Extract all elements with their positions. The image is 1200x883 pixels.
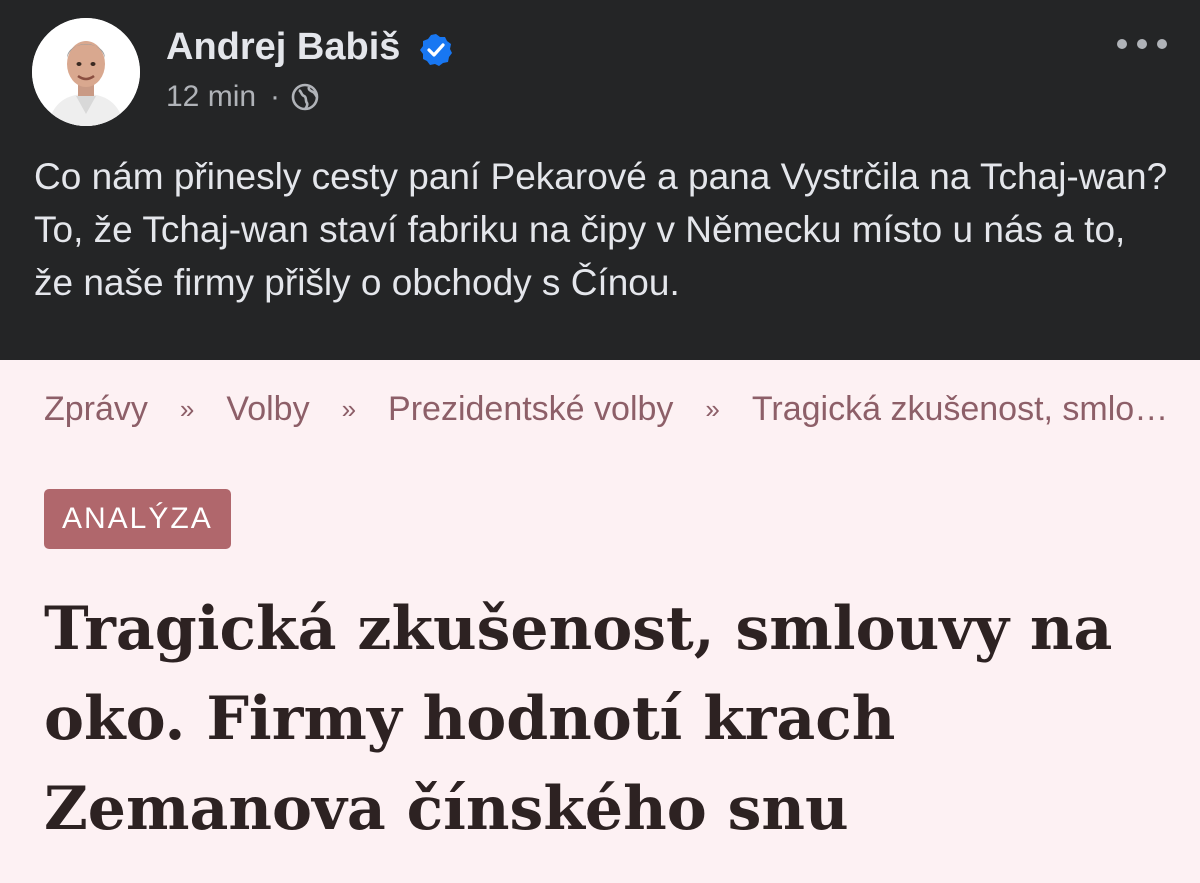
breadcrumb-separator: » <box>705 394 720 424</box>
breadcrumb-item-volby[interactable]: Volby <box>226 390 309 429</box>
globe-icon <box>291 83 319 111</box>
verified-badge-icon <box>420 34 452 66</box>
article-headline[interactable]: Tragická zkušenost, smlouvy na oko. Firm… <box>44 584 1164 854</box>
post-time[interactable]: 12 min <box>166 80 256 114</box>
facebook-post: Andrej Babiš 12 min · Co nám přinesly ce… <box>0 0 1200 360</box>
breadcrumb-item-current: Tragická zkušenost, smlouvy na oko. Firm… <box>751 390 1174 428</box>
post-text: Co nám přinesly cesty paní Pekarové a pa… <box>34 156 1168 303</box>
breadcrumb-item-zpravy[interactable]: Zprávy <box>44 390 148 429</box>
author-photo <box>32 18 140 126</box>
author-name[interactable]: Andrej Babiš <box>166 26 400 69</box>
breadcrumb: Zprávy » Volby » Prezidentské volby » Tr… <box>44 390 1174 429</box>
breadcrumb-item-prezidentske-volby[interactable]: Prezidentské volby <box>388 390 673 429</box>
article-category-badge[interactable]: ANALÝZA <box>44 489 231 549</box>
meta-separator: · <box>270 80 281 113</box>
breadcrumb-separator: » <box>341 394 357 424</box>
post-meta: 12 min · <box>166 80 320 114</box>
more-options-icon[interactable] <box>1114 34 1170 54</box>
avatar[interactable] <box>32 18 140 126</box>
breadcrumb-separator: » <box>179 394 195 424</box>
link-preview-article[interactable]: Zprávy » Volby » Prezidentské volby » Tr… <box>0 360 1200 883</box>
